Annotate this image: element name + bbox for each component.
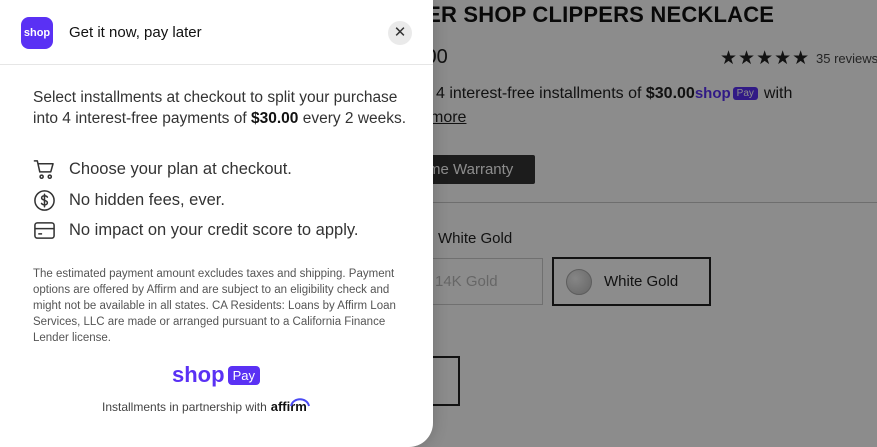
- modal-header: shop Get it now, pay later ✕: [0, 0, 433, 65]
- intro-part2: every 2 weeks.: [298, 110, 407, 127]
- shop-pay-badge: Pay: [227, 365, 260, 385]
- shop-pay-installments-modal: shop Get it now, pay later ✕ Select inst…: [0, 0, 433, 447]
- partner-text: Installments in partnership with: [102, 400, 267, 414]
- shop-logo-icon: shop: [21, 17, 53, 49]
- feature-item: Choose your plan at checkout.: [33, 158, 292, 181]
- partnership-line: Installments in partnership with affirm: [102, 398, 310, 414]
- dollar-icon: [34, 190, 55, 211]
- affirm-arc-icon: [289, 398, 310, 407]
- affirm-logo: affirm: [271, 398, 310, 414]
- cart-icon: [33, 160, 54, 179]
- feature-item: No impact on your credit score to apply.: [33, 219, 359, 242]
- shop-pay-word: shop: [172, 362, 225, 387]
- shop-pay-logo: shop Pay: [172, 362, 260, 388]
- intro-amount: $30.00: [250, 110, 299, 127]
- legal-disclaimer: The estimated payment amount excludes ta…: [33, 268, 396, 344]
- modal-title: Get it now, pay later: [69, 24, 202, 41]
- feature-text: Choose your plan at checkout.: [69, 160, 292, 178]
- intro-text: Select installments at checkout to split…: [33, 87, 413, 129]
- close-button[interactable]: ✕: [388, 21, 412, 45]
- feature-text: No impact on your credit score to apply.: [69, 221, 359, 239]
- credit-card-icon: [34, 222, 55, 239]
- feature-item: No hidden fees, ever.: [33, 189, 225, 212]
- feature-text: No hidden fees, ever.: [69, 191, 225, 209]
